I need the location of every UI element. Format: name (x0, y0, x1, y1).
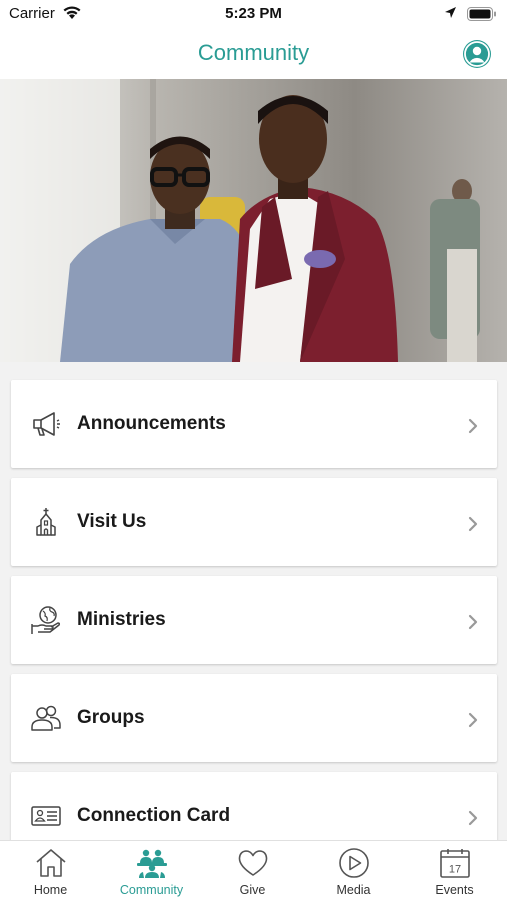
tab-home[interactable]: Home (0, 841, 101, 900)
hero-photo (0, 79, 507, 362)
groups-row[interactable]: Groups (11, 674, 497, 762)
heart-icon (238, 850, 268, 876)
tab-home-label: Home (33, 883, 68, 897)
groups-label: Groups (77, 707, 145, 728)
battery-icon (467, 7, 496, 21)
ministries-row[interactable]: Ministries (11, 576, 497, 664)
people-icon (31, 705, 61, 731)
connection-card-row[interactable]: Connection Card (11, 772, 497, 840)
megaphone-icon (33, 412, 60, 436)
community-menu: Announcements Visit Us Ministries Groups… (0, 362, 507, 840)
tab-media[interactable]: Media (303, 841, 404, 900)
play-circle-icon (339, 848, 369, 878)
chevron-right-icon (468, 516, 478, 532)
id-card-icon (31, 806, 61, 826)
ministries-label: Ministries (77, 609, 166, 630)
announcements-label: Announcements (77, 413, 226, 434)
visit-us-row[interactable]: Visit Us (11, 478, 497, 566)
location-arrow-icon (445, 7, 456, 18)
chevron-right-icon (468, 810, 478, 826)
status-bar: Carrier 5:23 PM (0, 0, 507, 28)
tab-give[interactable]: Give (202, 841, 303, 900)
tab-community[interactable]: Community (101, 841, 202, 900)
announcements-row[interactable]: Announcements (11, 380, 497, 468)
profile-icon[interactable] (462, 39, 492, 69)
tab-events-label: Events (435, 883, 474, 897)
church-icon (36, 508, 56, 536)
calendar-icon: 17 (440, 849, 470, 878)
connection-card-label: Connection Card (77, 805, 231, 826)
visit-us-label: Visit Us (77, 511, 147, 532)
status-time: 5:23 PM (225, 5, 282, 22)
tab-give-label: Give (239, 883, 266, 897)
nav-bar: Community (0, 28, 507, 79)
tab-events[interactable]: 17 Events (404, 841, 505, 900)
tab-community-label: Community (119, 883, 184, 897)
chevron-right-icon (468, 614, 478, 630)
community-icon (137, 849, 167, 878)
chevron-right-icon (468, 712, 478, 728)
globe-hand-icon (31, 606, 61, 634)
calendar-day: 17 (449, 864, 461, 876)
tab-bar: Home Community Give Media 17 Events (0, 840, 507, 900)
home-icon (36, 849, 66, 877)
chevron-right-icon (468, 418, 478, 434)
tab-media-label: Media (336, 883, 371, 897)
page-title: Community (197, 40, 310, 65)
